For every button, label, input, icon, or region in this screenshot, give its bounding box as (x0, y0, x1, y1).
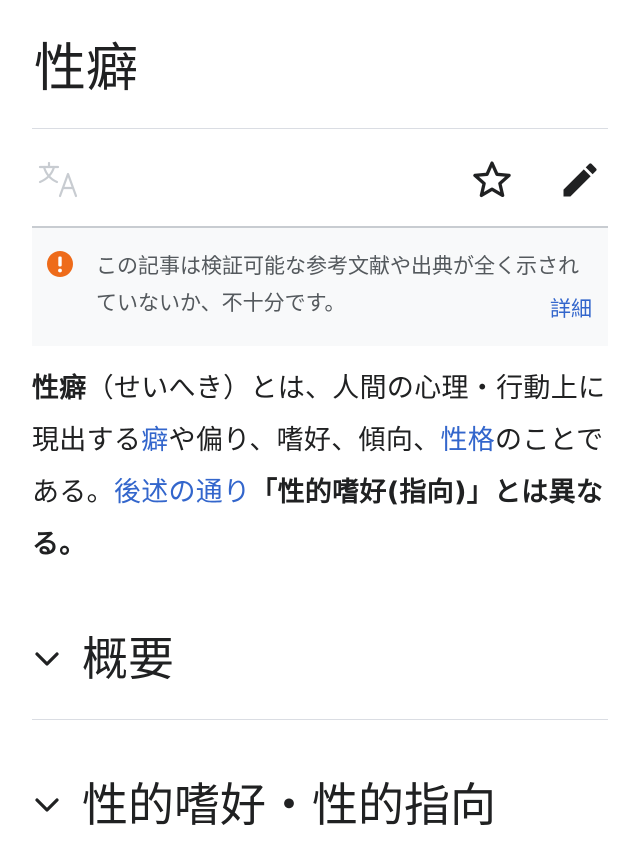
notice-text: この記事は検証可能な参考文献や出典が全く示されていないか、不十分です。 (96, 254, 579, 315)
section-heading-seiteki-shikou[interactable]: 性的嗜好・性的指向 (32, 770, 608, 840)
section-divider (32, 719, 608, 720)
page-actions-toolbar (32, 130, 608, 226)
watch-star-button[interactable] (470, 158, 514, 202)
lead-text-2: や偏り、嗜好、傾向、 (168, 425, 441, 456)
lead-paragraph: 性癖（せいへき）とは、人間の心理・行動上に現出する癖や偏り、嗜好、傾向、性格のこ… (32, 363, 612, 571)
language-button[interactable] (38, 160, 80, 200)
error-circle-icon (47, 251, 73, 277)
edit-button[interactable] (558, 158, 602, 202)
link-kojutsu[interactable]: 後述の通り (114, 477, 251, 508)
star-outline-icon (473, 161, 511, 198)
translate-icon (38, 161, 78, 198)
chevron-down-icon (35, 652, 59, 666)
lead-term: 性癖 (32, 373, 87, 404)
pencil-icon (563, 163, 597, 197)
notice-details-link[interactable]: 詳細 (550, 294, 592, 324)
link-kuse[interactable]: 癖 (141, 425, 168, 456)
section-heading-gaiyou[interactable]: 概要 (32, 624, 608, 694)
link-seikaku[interactable]: 性格 (440, 425, 495, 456)
issues-notice-box[interactable]: この記事は検証可能な参考文献や出典が全く示されていないか、不十分です。 詳細 (32, 228, 608, 346)
section-title: 概要 (82, 632, 174, 686)
section-title: 性的嗜好・性的指向 (82, 778, 496, 832)
chevron-down-icon (35, 798, 59, 812)
title-divider (32, 128, 608, 129)
page-title: 性癖 (34, 39, 139, 99)
